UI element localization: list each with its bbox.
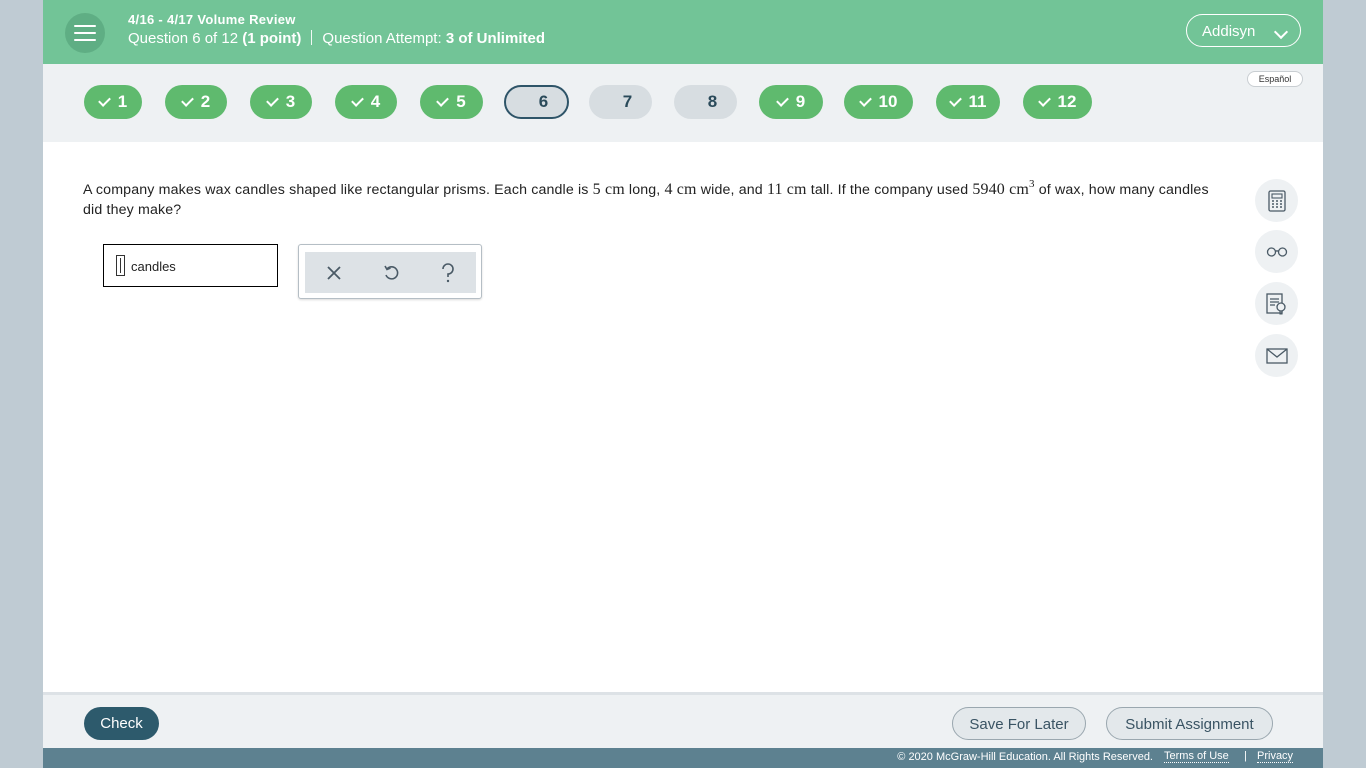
question-info: Question 6 of 12 (1 point) Question Attem… — [128, 30, 545, 47]
glasses-icon — [1266, 246, 1287, 257]
footer-divider: | — [1244, 750, 1247, 762]
close-icon — [327, 265, 341, 280]
checkmark-icon — [1037, 93, 1051, 107]
question-text-part: A company makes wax candles shaped like … — [83, 182, 593, 198]
attempt-label: Question Attempt: — [322, 30, 442, 47]
menu-icon-line — [74, 39, 96, 41]
footer-bar: Check Save For Later Submit Assignment — [43, 692, 1323, 748]
question-number: 6 — [538, 92, 549, 111]
hamburger-menu-button[interactable] — [65, 13, 105, 53]
question-number: 2 — [200, 92, 211, 111]
checkmark-icon — [948, 93, 962, 107]
question-pill-5[interactable]: 5 — [420, 85, 483, 119]
hint-icon — [1265, 292, 1286, 315]
question-pill-9[interactable]: 9 — [759, 85, 823, 119]
question-text: A company makes wax candles shaped like … — [83, 179, 1228, 220]
espanol-button[interactable]: Español — [1247, 71, 1303, 87]
hint-button[interactable] — [1255, 282, 1298, 325]
undo-icon — [384, 265, 399, 280]
math-width: 4 cm — [664, 181, 697, 198]
question-number: 12 — [1057, 92, 1077, 111]
copyright-text: © 2020 McGraw-Hill Education. All Rights… — [897, 751, 1153, 763]
terms-of-use-link[interactable]: Terms of Use — [1164, 750, 1229, 763]
question-number: 8 — [707, 92, 718, 111]
answer-input[interactable] — [116, 255, 125, 276]
math-volume: 5940 cm — [972, 181, 1029, 198]
question-text-part: long, — [624, 182, 665, 198]
menu-icon-line — [74, 32, 96, 34]
chevron-down-icon — [1273, 24, 1289, 40]
points-label: (1 point) — [242, 30, 302, 47]
privacy-link[interactable]: Privacy — [1257, 750, 1294, 763]
answer-unit-label: candles — [131, 259, 176, 274]
attempt-value: 3 of Unlimited — [445, 30, 545, 47]
question-pill-10[interactable]: 10 — [844, 85, 913, 119]
question-pill-6[interactable]: 6 — [504, 85, 569, 119]
answer-area: candles — [103, 244, 278, 287]
checkmark-icon — [350, 93, 364, 107]
question-pill-2[interactable]: 2 — [165, 85, 227, 119]
question-pill-4[interactable]: 4 — [335, 85, 397, 119]
question-number: 9 — [795, 92, 806, 111]
save-for-later-button[interactable]: Save For Later — [952, 707, 1086, 740]
question-navigation: Español 1 2 3 4 5 6 7 8 9 10 11 12 — [43, 64, 1323, 142]
checkmark-icon — [265, 93, 279, 107]
help-button[interactable] — [433, 259, 463, 286]
message-button[interactable] — [1255, 334, 1298, 377]
calculator-icon — [1267, 189, 1286, 212]
submit-assignment-button[interactable]: Submit Assignment — [1106, 707, 1273, 740]
question-number: 4 — [370, 92, 381, 111]
app-frame: 4/16 - 4/17 Volume Review Question 6 of … — [43, 0, 1323, 768]
calculator-button[interactable] — [1255, 179, 1298, 222]
mail-icon — [1265, 347, 1288, 364]
answer-toolbar — [298, 244, 482, 299]
clear-answer-button[interactable] — [319, 259, 349, 286]
question-number: 11 — [968, 92, 987, 111]
question-number: 3 — [285, 92, 296, 111]
question-pill-11[interactable]: 11 — [936, 85, 1000, 119]
question-pill-12[interactable]: 12 — [1023, 85, 1092, 119]
question-text-part: wide, and — [696, 182, 767, 198]
menu-icon-line — [74, 25, 96, 27]
math-length: 5 cm — [592, 181, 625, 198]
math-height: 11 cm — [766, 181, 807, 198]
question-number: 1 — [117, 92, 128, 111]
question-number: 5 — [456, 92, 466, 111]
check-button[interactable]: Check — [84, 707, 159, 740]
header-divider — [311, 30, 313, 45]
question-number: 7 — [622, 92, 633, 111]
question-pill-1[interactable]: 1 — [84, 85, 142, 119]
checkmark-icon — [775, 93, 789, 107]
legal-bar: © 2020 McGraw-Hill Education. All Rights… — [43, 748, 1323, 768]
question-label: Question 6 of 12 — [128, 30, 239, 47]
top-header: 4/16 - 4/17 Volume Review Question 6 of … — [43, 0, 1323, 64]
reset-answer-button[interactable] — [376, 259, 406, 286]
question-pill-7[interactable]: 7 — [589, 85, 652, 119]
question-pill-3[interactable]: 3 — [250, 85, 312, 119]
reader-button[interactable] — [1255, 230, 1298, 273]
checkmark-icon — [97, 93, 111, 107]
question-text-part: tall. If the company used — [806, 182, 973, 198]
answer-toolbar-inner — [305, 252, 476, 293]
question-icon — [442, 262, 454, 282]
user-name: Addisyn — [1202, 23, 1256, 40]
checkmark-icon — [858, 93, 872, 107]
assignment-title: 4/16 - 4/17 Volume Review — [128, 12, 296, 27]
question-pill-8[interactable]: 8 — [674, 85, 737, 119]
user-menu-button[interactable]: Addisyn — [1186, 14, 1301, 47]
question-number: 10 — [878, 92, 898, 111]
checkmark-icon — [180, 93, 194, 107]
checkmark-icon — [436, 93, 450, 107]
